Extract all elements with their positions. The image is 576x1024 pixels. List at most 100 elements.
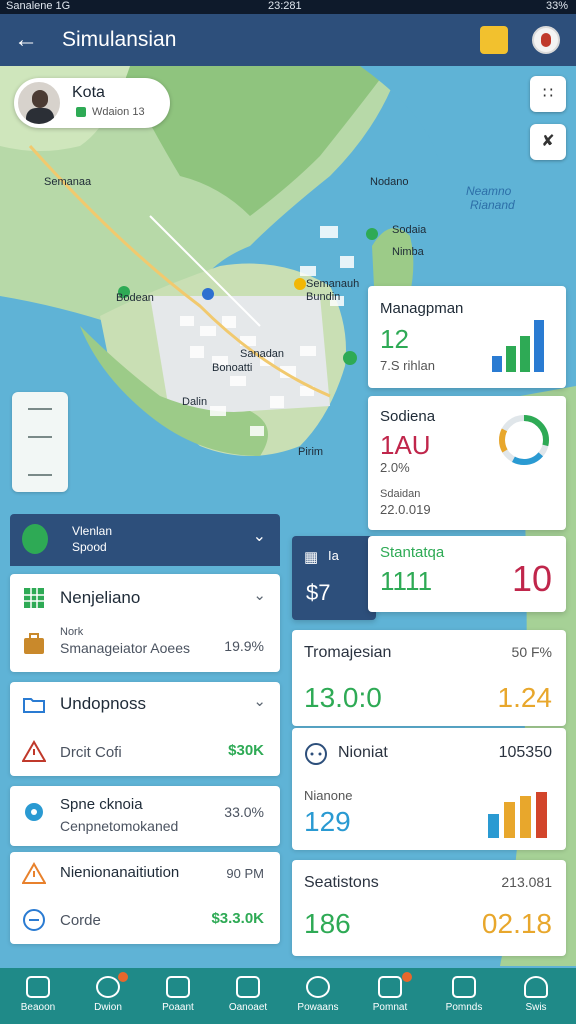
stat-value: 129	[304, 806, 351, 837]
list-item[interactable]: Nienionanaitiution 90 PM Corde $3.3.0K	[10, 852, 280, 944]
ring-chart-icon	[499, 415, 549, 465]
map-label: Semanauh	[306, 278, 360, 290]
layers-button[interactable]: ∷	[530, 76, 566, 112]
status-bar: Sanalene 1G 23:281 33%	[0, 0, 576, 14]
list-item-title: Nenjeliano	[60, 588, 141, 607]
chevron-down-icon[interactable]: ⌄	[253, 692, 266, 710]
card-left-value: 1111	[380, 566, 433, 596]
small-stat-value: $7	[306, 580, 331, 605]
nav-label: Pomnat	[372, 1002, 408, 1013]
status-battery: 33%	[545, 0, 568, 12]
map-icon	[452, 976, 476, 998]
status-clock: 23:281	[268, 0, 302, 12]
map-label: Bundin	[306, 291, 341, 303]
stat-label: Nioniat	[338, 744, 388, 761]
stat-right: 105350	[498, 744, 552, 761]
stats-icon	[378, 976, 402, 998]
list-item-sub: Corde	[60, 912, 101, 929]
nav-item-window[interactable]: Oanoaet	[216, 968, 280, 1024]
table-icon: ▦	[304, 549, 319, 566]
list-item-value: $30K	[228, 742, 264, 759]
list-item-time: 90 PM	[226, 866, 264, 881]
nav-item-refresh[interactable]: Dwion	[76, 968, 140, 1024]
card-value: 12	[380, 324, 409, 354]
nav-item-stats[interactable]: Pomnat	[358, 968, 422, 1024]
card-pct: 2.0%	[380, 460, 410, 475]
list-item-title: Nienionanaitiution	[60, 864, 180, 881]
profile-pill[interactable]: Kota Wdaion 13	[14, 78, 170, 128]
list-item-value: $3.3.0K	[211, 910, 264, 927]
list-item[interactable]: Nenjeliano ⌄ Nork Smanageiator Aoees 19.…	[10, 574, 280, 672]
stat-label: Seatistons	[304, 874, 379, 891]
sodiena-card[interactable]: Sodiena 1AU 2.0% Sdaidan 22.0.019	[368, 396, 566, 530]
profile-icon[interactable]	[532, 26, 560, 54]
card-title: Managpman	[380, 300, 464, 317]
list-header-sub: Spood	[72, 540, 107, 554]
nav-item-map[interactable]: Pomnds	[432, 968, 496, 1024]
map-label: Nimba	[392, 246, 424, 258]
avatar	[16, 80, 62, 126]
zoom-panel[interactable]	[12, 392, 68, 492]
notification-badge	[118, 972, 128, 982]
chevron-down-icon[interactable]: ⌄	[253, 526, 266, 546]
notification-badge	[402, 972, 412, 982]
stanta-card[interactable]: Stantatqa 1111 10	[368, 536, 566, 612]
management-card[interactable]: Managpman 12 7.S rihlan	[368, 286, 566, 388]
map-label: Sanadan	[240, 348, 285, 360]
list-header-title: Vlenlan	[72, 524, 113, 538]
nav-item-search[interactable]: Powaans	[286, 968, 350, 1024]
flag-icon[interactable]	[480, 26, 508, 54]
nav-item-report[interactable]: Poaant	[146, 968, 210, 1024]
profile-name: Kota	[72, 84, 105, 101]
map-label: Bodean	[116, 292, 154, 304]
profile-sub: Wdaion 13	[76, 106, 145, 118]
zoom-in-icon[interactable]	[28, 408, 52, 410]
list-item-title: Undopnoss	[60, 694, 147, 713]
app-header: ← Simulansian	[0, 14, 576, 66]
nav-label: Powaans	[297, 1002, 339, 1013]
list-item[interactable]: Spne cknoia Cenpnetomokaned 33.0%	[10, 786, 280, 846]
map-label: Rianand	[470, 198, 515, 212]
home-icon	[26, 976, 50, 998]
report-icon	[166, 976, 190, 998]
location-pin-icon	[22, 524, 48, 554]
stat-card[interactable]: Seatistons 213.081 186 02.18	[292, 860, 566, 956]
list-item[interactable]: Undopnoss ⌄ Drcit Cofi $30K	[10, 682, 280, 776]
small-stat-label: Ia	[328, 548, 339, 563]
map-label: Dalin	[182, 396, 208, 408]
stat-value-2: 02.18	[481, 908, 552, 939]
folder-icon	[23, 698, 45, 713]
grid-icon	[24, 588, 44, 608]
search-icon	[306, 976, 330, 998]
back-arrow-icon[interactable]: ←	[14, 26, 42, 54]
small-stat-card[interactable]: ▦ Ia $7	[292, 536, 376, 620]
nav-label: Pomnds	[445, 1002, 483, 1013]
nav-item-profile[interactable]: Swis	[504, 968, 568, 1024]
list-item-value: 19.9%	[224, 638, 264, 654]
profile-sub-text: Wdaion 13	[92, 106, 145, 118]
zoom-level-icon	[28, 436, 52, 438]
map-label: Semanaa	[44, 176, 92, 188]
user-icon	[524, 976, 548, 998]
chevron-down-icon[interactable]: ⌄	[253, 586, 266, 604]
stat-right: 213.081	[501, 874, 552, 890]
nav-item-home[interactable]: Beaoon	[6, 968, 70, 1024]
list-item-sub: Drcit Cofi	[60, 744, 122, 761]
list-header[interactable]: Vlenlan Spood ⌄	[10, 514, 280, 566]
status-dot-icon	[76, 107, 86, 118]
map-label: Sodaia	[392, 224, 427, 236]
compass-button[interactable]: ✘	[530, 124, 566, 160]
status-left: Sanalene 1G	[6, 0, 71, 12]
card-caption: Sdaidan	[380, 488, 421, 500]
bar-chart-icon	[488, 792, 547, 838]
list-item-label: Nork	[60, 626, 84, 638]
stat-card[interactable]: Tromajesian 50 F% 13.0:0 1.24	[292, 630, 566, 726]
list-item-value: 33.0%	[224, 804, 264, 820]
zoom-out-icon[interactable]	[28, 474, 52, 476]
stat-card[interactable]: Nioniat 105350 Nianone 129	[292, 728, 566, 850]
page-title: Simulansian	[62, 28, 177, 51]
card-sub: 7.S rihlan	[380, 358, 435, 373]
map-label: Nodano	[370, 176, 409, 188]
nav-label: Oanoaet	[228, 1002, 268, 1013]
bar-chart-icon	[492, 320, 544, 372]
